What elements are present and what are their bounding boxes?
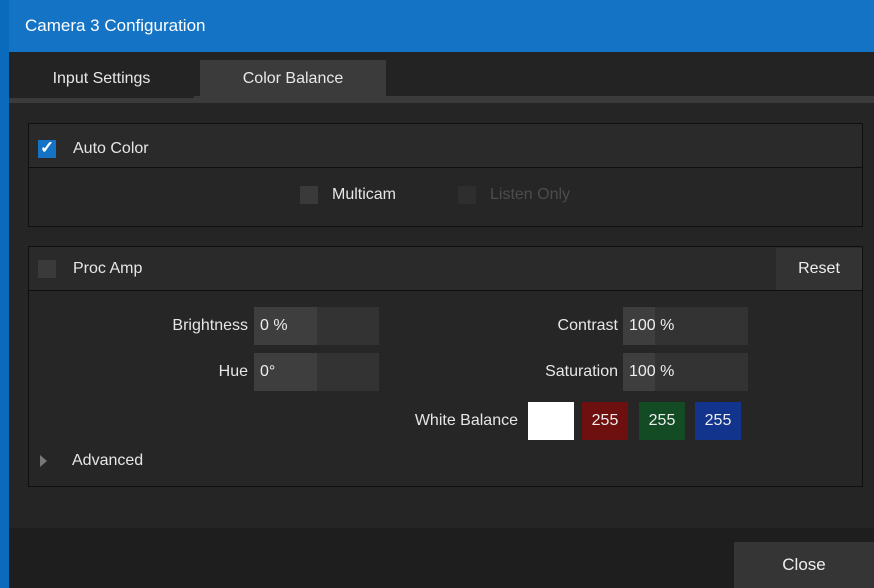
saturation-slider-field[interactable]: 100 % bbox=[623, 353, 748, 391]
tab-label: Color Balance bbox=[242, 70, 344, 87]
title-bar[interactable]: Camera 3 Configuration bbox=[9, 0, 874, 52]
brightness-label: Brightness bbox=[172, 317, 248, 334]
white-balance-label: White Balance bbox=[414, 412, 518, 429]
contrast-value: 100 % bbox=[629, 317, 675, 334]
advanced-toggle[interactable]: Advanced bbox=[72, 452, 143, 470]
contrast-slider-field[interactable]: 100 % bbox=[623, 307, 748, 345]
white-balance-blue-field[interactable]: 255 bbox=[695, 402, 741, 440]
hue-value: 0° bbox=[260, 363, 276, 380]
white-balance-green-field[interactable]: 255 bbox=[639, 402, 685, 440]
brightness-slider-field[interactable]: 0 % bbox=[254, 307, 379, 345]
proc-amp-label: Proc Amp bbox=[73, 260, 143, 277]
close-label: Close bbox=[782, 555, 826, 574]
saturation-label: Saturation bbox=[545, 363, 618, 380]
tab-label: Input Settings bbox=[52, 70, 151, 87]
contrast-label: Contrast bbox=[557, 317, 618, 334]
auto-color-header bbox=[29, 124, 862, 168]
multicam-checkbox[interactable] bbox=[300, 186, 318, 204]
reset-button[interactable]: Reset bbox=[776, 248, 862, 290]
close-button[interactable]: Close bbox=[734, 542, 874, 588]
brightness-value: 0 % bbox=[260, 317, 288, 334]
multicam-label: Multicam bbox=[332, 186, 397, 203]
checkmark-icon: ✓ bbox=[40, 138, 55, 157]
auto-color-group bbox=[28, 123, 863, 227]
auto-color-checkbox[interactable]: ✓ bbox=[38, 138, 56, 158]
expand-arrow-icon[interactable] bbox=[40, 455, 47, 467]
proc-amp-checkbox[interactable] bbox=[38, 260, 56, 278]
listen-only-label: Listen Only bbox=[490, 186, 571, 203]
tab-input-settings[interactable]: Input Settings bbox=[9, 60, 194, 98]
window-title: Camera 3 Configuration bbox=[25, 16, 206, 35]
proc-amp-header bbox=[29, 247, 862, 291]
auto-color-label: Auto Color bbox=[73, 140, 149, 157]
listen-only-checkbox[interactable] bbox=[458, 186, 476, 204]
white-balance-red-field[interactable]: 255 bbox=[582, 402, 628, 440]
hue-label: Hue bbox=[218, 363, 248, 380]
reset-label: Reset bbox=[798, 260, 840, 277]
saturation-value: 100 % bbox=[629, 363, 675, 380]
hue-slider-field[interactable]: 0° bbox=[254, 353, 379, 391]
window-edge bbox=[0, 0, 9, 588]
tab-color-balance[interactable]: Color Balance bbox=[200, 60, 386, 98]
white-balance-swatch[interactable] bbox=[528, 402, 574, 440]
